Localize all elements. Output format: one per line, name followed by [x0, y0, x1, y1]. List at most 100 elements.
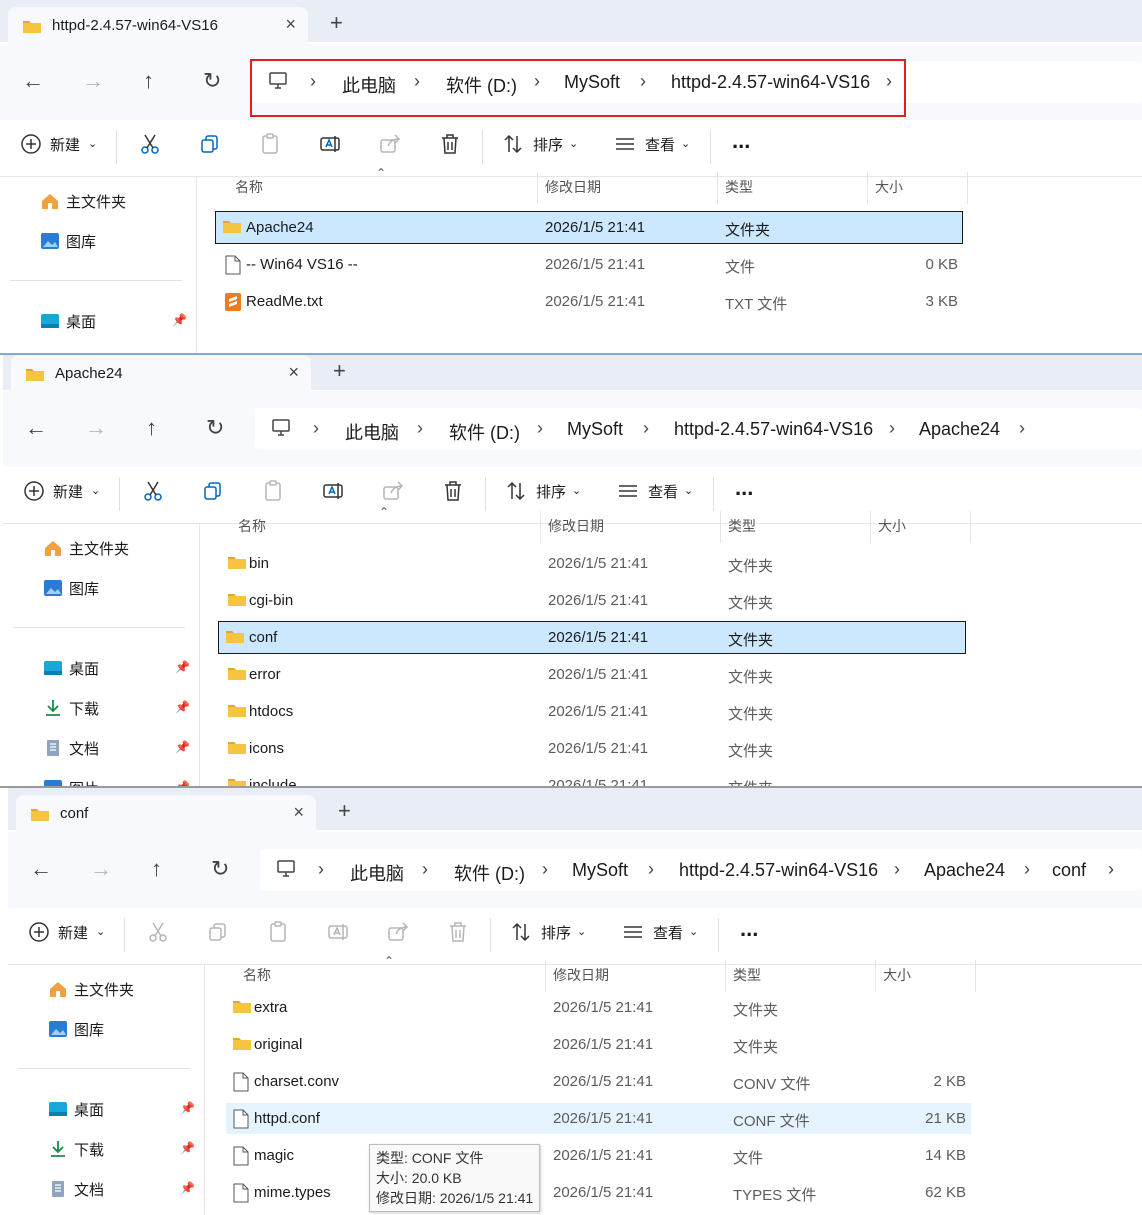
- tab-conf[interactable]: conf ×: [16, 795, 316, 832]
- breadcrumb-item[interactable]: 软件 (D:): [449, 419, 520, 445]
- up-button[interactable]: ↑: [146, 415, 157, 441]
- file-row[interactable]: magic 2026/1/5 21:41 文件 14 KB: [226, 1140, 971, 1171]
- up-button[interactable]: ↑: [143, 68, 154, 94]
- column-header-type[interactable]: 类型: [733, 965, 761, 985]
- column-divider[interactable]: [540, 511, 541, 543]
- sidebar-item-documents[interactable]: 文档: [43, 738, 99, 759]
- column-header-name[interactable]: 名称: [235, 177, 263, 197]
- pin-icon[interactable]: 📌: [180, 1101, 195, 1115]
- pin-icon[interactable]: 📌: [180, 1141, 195, 1155]
- breadcrumb-item[interactable]: 此电脑: [350, 860, 404, 886]
- new-button[interactable]: 新建: [50, 134, 80, 155]
- file-row[interactable]: ReadMe.txt 2026/1/5 21:41 TXT 文件 3 KB: [218, 286, 963, 317]
- sidebar-item-gallery[interactable]: 图库: [48, 1019, 104, 1040]
- copy-icon[interactable]: [201, 479, 225, 503]
- back-button[interactable]: ←: [25, 415, 47, 441]
- sort-button[interactable]: 排序: [541, 922, 571, 943]
- refresh-button[interactable]: ↻: [203, 68, 221, 94]
- view-button[interactable]: 查看: [648, 481, 678, 502]
- file-row[interactable]: cgi-bin 2026/1/5 21:41 文件夹: [221, 585, 966, 616]
- copy-icon[interactable]: [198, 132, 222, 156]
- copy-icon[interactable]: [206, 920, 230, 944]
- forward-button[interactable]: →: [82, 68, 104, 94]
- column-divider[interactable]: [545, 960, 546, 992]
- sort-button[interactable]: 排序: [533, 134, 563, 155]
- refresh-button[interactable]: ↻: [211, 856, 229, 882]
- breadcrumb-item[interactable]: httpd-2.4.57-win64-VS16: [674, 419, 873, 440]
- column-divider[interactable]: [870, 511, 871, 543]
- file-row[interactable]: error 2026/1/5 21:41 文件夹: [221, 659, 966, 690]
- new-tab-button[interactable]: +: [338, 798, 351, 824]
- sidebar-item-home[interactable]: 主文件夹: [40, 191, 126, 212]
- delete-icon[interactable]: [438, 132, 462, 156]
- pin-icon[interactable]: 📌: [172, 313, 187, 327]
- column-header-size[interactable]: 大小: [878, 516, 906, 536]
- new-button[interactable]: 新建: [58, 922, 88, 943]
- view-button[interactable]: 查看: [653, 922, 683, 943]
- column-header-name[interactable]: 名称: [243, 965, 271, 985]
- close-tab-icon[interactable]: ×: [288, 362, 299, 383]
- sidebar-item-downloads[interactable]: 下载: [48, 1139, 104, 1160]
- column-header-type[interactable]: 类型: [725, 177, 753, 197]
- delete-icon[interactable]: [446, 920, 470, 944]
- column-header-date[interactable]: 修改日期: [548, 516, 604, 536]
- back-button[interactable]: ←: [22, 68, 44, 94]
- refresh-button[interactable]: ↻: [206, 415, 224, 441]
- forward-button[interactable]: →: [85, 415, 107, 441]
- pin-icon[interactable]: 📌: [180, 1181, 195, 1195]
- column-divider[interactable]: [725, 960, 726, 992]
- sidebar-item-documents[interactable]: 文档: [48, 1179, 104, 1200]
- delete-icon[interactable]: [441, 479, 465, 503]
- view-button[interactable]: 查看: [645, 134, 675, 155]
- forward-button[interactable]: →: [90, 856, 112, 882]
- column-divider[interactable]: [975, 960, 976, 992]
- cut-icon[interactable]: [146, 920, 170, 944]
- file-row[interactable]: include 2026/1/5 21:41 文件夹: [221, 770, 966, 787]
- column-divider[interactable]: [537, 172, 538, 204]
- address-bar[interactable]: › 此电脑 › 软件 (D:) › MySoft › httpd-2.4.57-…: [255, 408, 1142, 450]
- breadcrumb-item[interactable]: MySoft: [567, 419, 623, 440]
- column-divider[interactable]: [967, 172, 968, 204]
- new-button[interactable]: 新建: [53, 481, 83, 502]
- paste-icon[interactable]: [266, 920, 290, 944]
- more-options-button[interactable]: ...: [740, 916, 758, 942]
- new-tab-button[interactable]: +: [330, 10, 343, 36]
- sort-button[interactable]: 排序: [536, 481, 566, 502]
- share-icon[interactable]: [381, 479, 405, 503]
- column-header-size[interactable]: 大小: [883, 965, 911, 985]
- column-divider[interactable]: [867, 172, 868, 204]
- file-row[interactable]: charset.conv 2026/1/5 21:41 CONV 文件 2 KB: [226, 1066, 971, 1097]
- sidebar-item-gallery[interactable]: 图库: [43, 578, 99, 599]
- file-row[interactable]: Apache24 2026/1/5 21:41 文件夹: [215, 211, 963, 244]
- more-options-button[interactable]: ...: [735, 475, 753, 501]
- sidebar-item-home[interactable]: 主文件夹: [48, 979, 134, 1000]
- breadcrumb-item[interactable]: Apache24: [919, 419, 1000, 440]
- rename-icon[interactable]: [326, 920, 350, 944]
- breadcrumb-item[interactable]: conf: [1052, 860, 1086, 881]
- address-bar[interactable]: › 此电脑 › 软件 (D:) › MySoft › httpd-2.4.57-…: [260, 849, 1142, 891]
- tab-httpd[interactable]: httpd-2.4.57-win64-VS16 ×: [8, 7, 308, 44]
- column-header-size[interactable]: 大小: [875, 177, 903, 197]
- paste-icon[interactable]: [261, 479, 285, 503]
- file-row[interactable]: mime.types 2026/1/5 21:41 TYPES 文件 62 KB: [226, 1177, 971, 1208]
- column-divider[interactable]: [875, 960, 876, 992]
- file-row[interactable]: extra 2026/1/5 21:41 文件夹: [226, 992, 971, 1023]
- pin-icon[interactable]: 📌: [175, 660, 190, 674]
- sidebar-item-gallery[interactable]: 图库: [40, 231, 96, 252]
- breadcrumb-item[interactable]: Apache24: [924, 860, 1005, 881]
- column-header-name[interactable]: 名称: [238, 516, 266, 536]
- column-header-date[interactable]: 修改日期: [553, 965, 609, 985]
- column-header-date[interactable]: 修改日期: [545, 177, 601, 197]
- file-row[interactable]: bin 2026/1/5 21:41 文件夹: [221, 548, 966, 579]
- breadcrumb-item[interactable]: 此电脑: [345, 419, 399, 445]
- share-icon[interactable]: [378, 132, 402, 156]
- column-divider[interactable]: [720, 511, 721, 543]
- back-button[interactable]: ←: [30, 856, 52, 882]
- breadcrumb-item[interactable]: httpd-2.4.57-win64-VS16: [679, 860, 878, 881]
- pin-icon[interactable]: 📌: [175, 700, 190, 714]
- new-tab-button[interactable]: +: [333, 358, 346, 384]
- cut-icon[interactable]: [138, 132, 162, 156]
- rename-icon[interactable]: [318, 132, 342, 156]
- sidebar-item-desktop[interactable]: 桌面: [40, 311, 96, 332]
- up-button[interactable]: ↑: [151, 856, 162, 882]
